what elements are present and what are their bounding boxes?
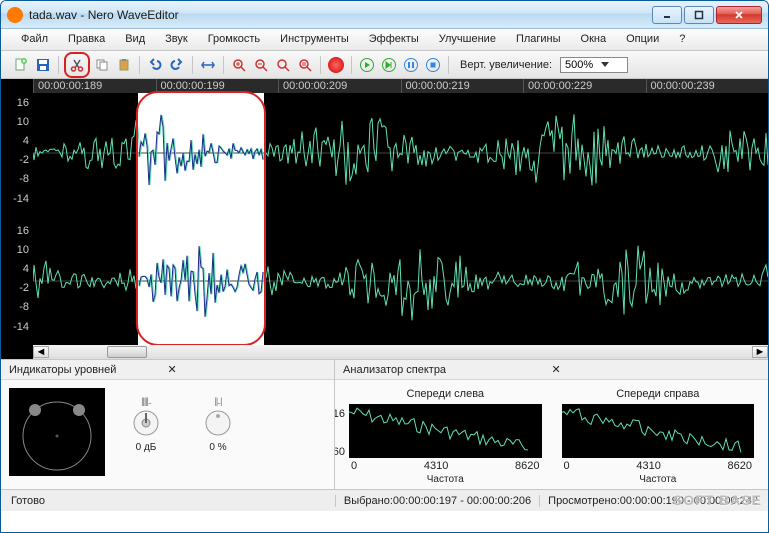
- status-bar: Готово Выбрано:00:00:00:197 - 00:00:00:2…: [1, 489, 768, 511]
- ruler-tick: 00:00:00:189: [33, 79, 156, 93]
- menu-tools[interactable]: Инструменты: [270, 29, 359, 50]
- spectrum-right: Спереди справа 043108620 Частота: [562, 388, 754, 485]
- vert-zoom-select[interactable]: 500%: [560, 57, 628, 73]
- play-button[interactable]: [357, 55, 377, 75]
- close-button[interactable]: [716, 6, 762, 24]
- channel-left: 16 10 4 -2 -8 -14: [1, 93, 768, 213]
- new-file-button[interactable]: [11, 55, 31, 75]
- menu-sound[interactable]: Звук: [155, 29, 198, 50]
- knob-label: 0 %: [209, 442, 226, 453]
- menu-windows[interactable]: Окна: [571, 29, 617, 50]
- ruler-tick: 00:00:00:239: [646, 79, 769, 93]
- menu-edit[interactable]: Правка: [58, 29, 115, 50]
- zoom-out-button[interactable]: [251, 55, 271, 75]
- ruler-tick: 00:00:00:209: [278, 79, 401, 93]
- panel-header: Анализатор спектра ✕: [335, 360, 768, 380]
- panel-title: Анализатор спектра: [343, 364, 549, 376]
- panel-header: Индикаторы уровней ✕: [1, 360, 334, 380]
- menu-view[interactable]: Вид: [115, 29, 155, 50]
- copy-button[interactable]: [92, 55, 112, 75]
- stop-button[interactable]: [423, 55, 443, 75]
- waveform-right: [33, 221, 768, 341]
- channel-right: 16 10 4 -2 -8 -14: [1, 221, 768, 341]
- scroll-right-button[interactable]: ►: [752, 346, 768, 358]
- maximize-button[interactable]: [684, 6, 714, 24]
- menu-options[interactable]: Опции: [616, 29, 669, 50]
- minimize-button[interactable]: [652, 6, 682, 24]
- panel-close-button[interactable]: ✕: [166, 363, 327, 376]
- fit-width-button[interactable]: [198, 55, 218, 75]
- menu-help[interactable]: ?: [669, 29, 695, 50]
- scroll-track[interactable]: [49, 346, 752, 358]
- vert-zoom-value: 500%: [565, 59, 593, 71]
- ruler-tick: 00:00:00:219: [401, 79, 524, 93]
- pan-knob[interactable]: ||..| 0 %: [203, 396, 233, 453]
- cut-button[interactable]: [67, 55, 87, 75]
- y-axis: 16 10 4 -2 -8 -14: [1, 93, 31, 213]
- vert-zoom-label: Верт. увеличение:: [460, 59, 552, 71]
- menu-file[interactable]: Файл: [11, 29, 58, 50]
- spectrum-left: Спереди слева -16-60 043108620 Частота: [349, 388, 541, 485]
- panel-title: Индикаторы уровней: [9, 364, 166, 376]
- scroll-thumb[interactable]: [107, 346, 147, 358]
- scroll-left-button[interactable]: ◄: [33, 346, 49, 358]
- undo-button[interactable]: [145, 55, 165, 75]
- menu-plugins[interactable]: Плагины: [506, 29, 571, 50]
- titlebar: tada.wav - Nero WaveEditor: [1, 1, 768, 29]
- zoom-selection-button[interactable]: [295, 55, 315, 75]
- app-icon: [7, 7, 23, 23]
- menu-enhance[interactable]: Улучшение: [429, 29, 506, 50]
- status-viewed: Просмотрено:00:00:00:190 - 00:00:00:242: [539, 495, 758, 507]
- y-axis: 16 10 4 -2 -8 -14: [1, 221, 31, 341]
- panel-close-button[interactable]: ✕: [550, 363, 760, 376]
- ruler-tick: 00:00:00:229: [523, 79, 646, 93]
- spectrum-analyzer-panel: Анализатор спектра ✕ Спереди слева -16-6…: [335, 360, 768, 489]
- level-indicators-panel: Индикаторы уровней ✕ |||||.. 0 дБ ||..| …: [1, 360, 335, 489]
- menu-bar: Файл Правка Вид Звук Громкость Инструмен…: [1, 29, 768, 51]
- save-button[interactable]: [33, 55, 53, 75]
- pause-button[interactable]: [401, 55, 421, 75]
- status-ready: Готово: [11, 495, 45, 507]
- redo-button[interactable]: [167, 55, 187, 75]
- horizontal-scrollbar[interactable]: ◄ ►: [33, 345, 768, 359]
- menu-volume[interactable]: Громкость: [198, 29, 270, 50]
- bottom-panels: Индикаторы уровней ✕ |||||.. 0 дБ ||..| …: [1, 359, 768, 489]
- zoom-in-button[interactable]: [229, 55, 249, 75]
- window-title: tada.wav - Nero WaveEditor: [29, 8, 652, 22]
- level-scope: [9, 388, 105, 476]
- waveform-view[interactable]: 00:00:00:189 00:00:00:199 00:00:00:209 0…: [1, 79, 768, 359]
- chevron-down-icon: [601, 62, 609, 68]
- record-button[interactable]: [326, 55, 346, 75]
- play-loop-button[interactable]: [379, 55, 399, 75]
- ruler-tick: 00:00:00:199: [156, 79, 279, 93]
- gain-knob[interactable]: |||||.. 0 дБ: [131, 396, 161, 453]
- zoom-fit-button[interactable]: [273, 55, 293, 75]
- time-ruler[interactable]: 00:00:00:189 00:00:00:199 00:00:00:209 0…: [33, 79, 768, 93]
- menu-effects[interactable]: Эффекты: [359, 29, 429, 50]
- toolbar: Верт. увеличение: 500%: [1, 51, 768, 79]
- status-selection: Выбрано:00:00:00:197 - 00:00:00:206: [335, 495, 531, 507]
- paste-button[interactable]: [114, 55, 134, 75]
- waveform-left: [33, 93, 768, 213]
- cut-button-highlighted: [64, 52, 90, 78]
- knob-label: 0 дБ: [136, 442, 157, 453]
